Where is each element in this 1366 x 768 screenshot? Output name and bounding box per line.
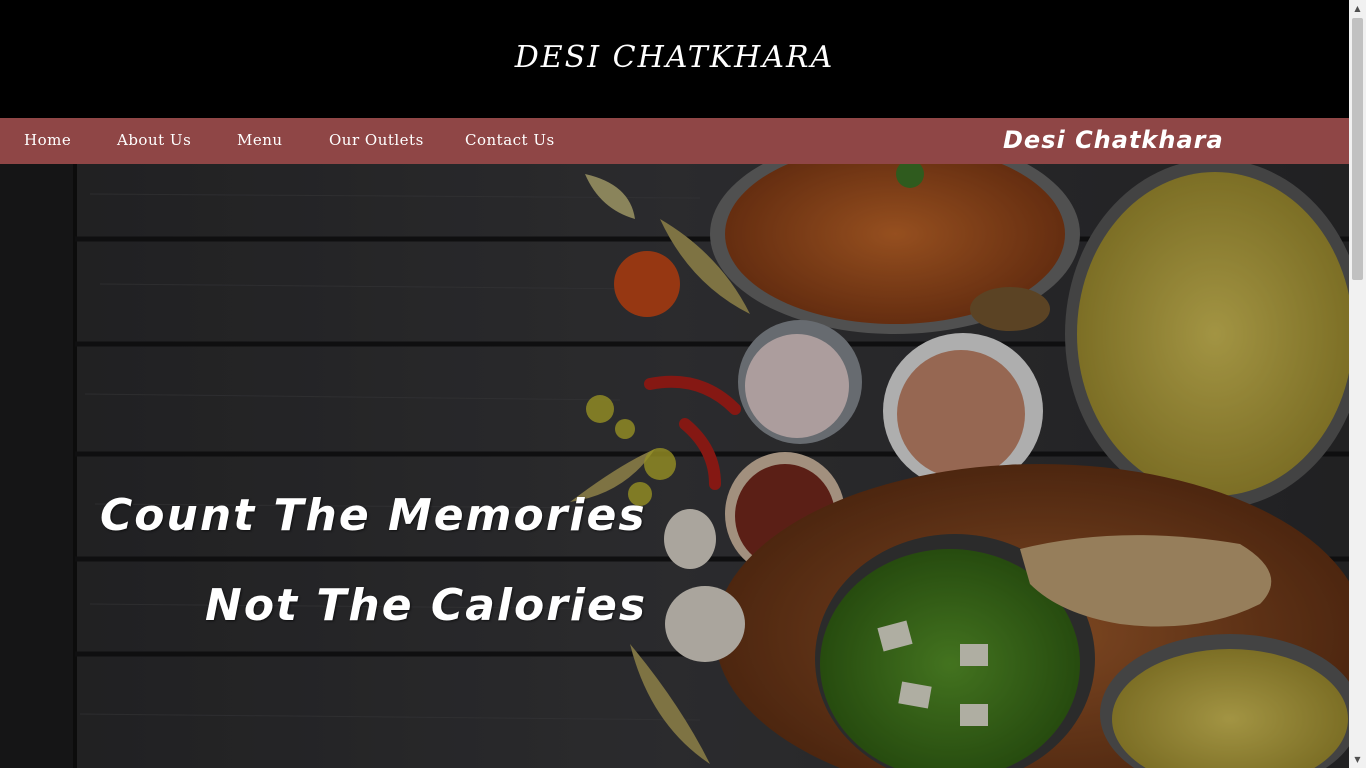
page-scrollbar[interactable]: ▲ ▼	[1349, 0, 1366, 768]
hero-tagline-line1: Count The Memories	[100, 490, 647, 541]
nav-outlets-link[interactable]: Our Outlets	[329, 131, 424, 149]
hero-food-image	[0, 164, 1349, 768]
nav-home-link[interactable]: Home	[24, 131, 71, 149]
page: DESI CHATKHARA Home About Us Menu Our Ou…	[0, 0, 1349, 768]
nav-contact-link[interactable]: Contact Us	[465, 131, 555, 149]
hero-banner: Count The Memories Not The Calories	[0, 164, 1349, 768]
site-title: DESI CHATKHARA	[514, 40, 835, 75]
main-nav: Home About Us Menu Our Outlets Contact U…	[0, 118, 1349, 164]
site-header: DESI CHATKHARA	[0, 0, 1349, 118]
hero-tagline-line2: Not The Calories	[205, 580, 648, 631]
scroll-up-icon[interactable]: ▲	[1349, 0, 1366, 17]
nav-menu-link[interactable]: Menu	[237, 131, 283, 149]
scroll-down-icon[interactable]: ▼	[1349, 751, 1366, 768]
scroll-thumb[interactable]	[1352, 18, 1363, 280]
nav-brand-logo[interactable]: Desi Chatkhara	[1003, 126, 1224, 154]
nav-about-link[interactable]: About Us	[117, 131, 191, 149]
